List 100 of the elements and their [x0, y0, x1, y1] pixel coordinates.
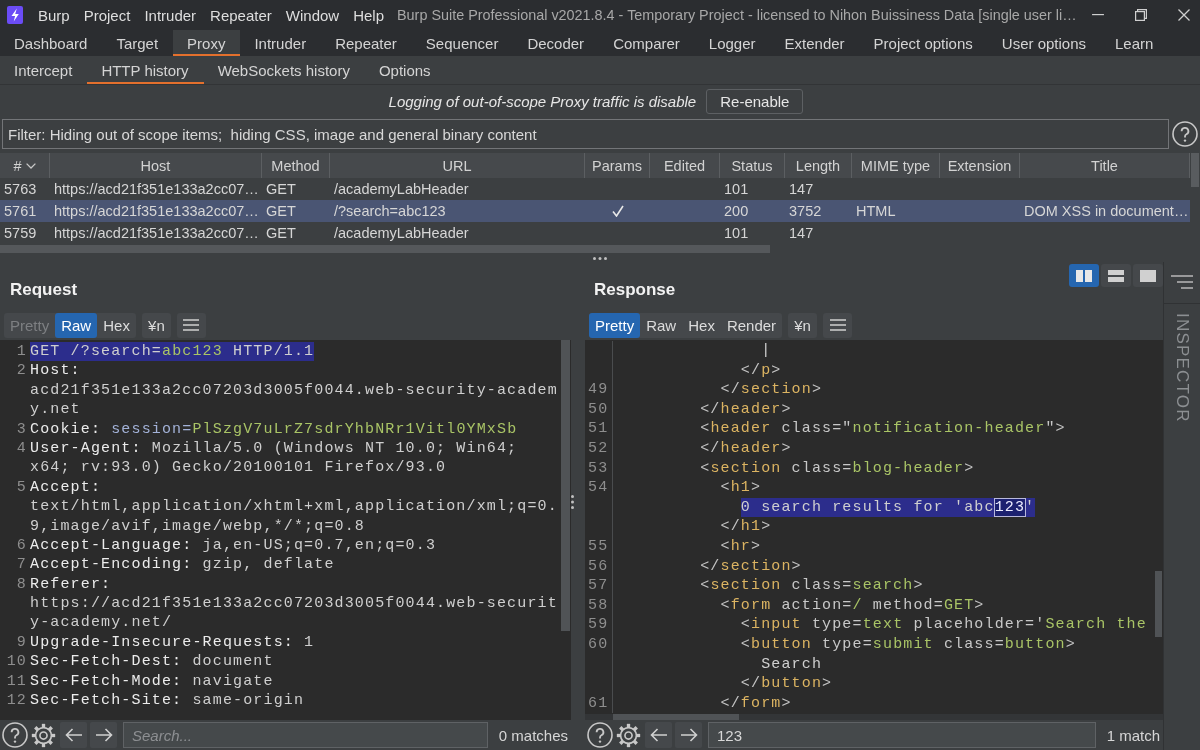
filter-bar[interactable]: Filter: Hiding out of scope items; hiding CSS, image and general binary content	[2, 119, 1169, 149]
main-tab[interactable]: Repeater	[321, 30, 412, 56]
column-header[interactable]: Method	[262, 153, 330, 178]
menu-button[interactable]	[823, 312, 853, 338]
column-header[interactable]: MIME type	[852, 153, 940, 178]
code-line: User-Agent: Mozilla/5.0 (Windows NT 10.0; Win64;	[30, 438, 518, 459]
scrollbar-thumb[interactable]	[561, 340, 570, 631]
newline-button[interactable]: ¥n	[141, 312, 171, 338]
splitter-grip-icon[interactable]	[570, 495, 574, 509]
menu-item[interactable]: Repeater	[203, 0, 279, 30]
line-number: 7	[15, 555, 28, 575]
code-line: </header>	[700, 399, 792, 420]
scrollbar-thumb[interactable]	[1191, 153, 1199, 187]
menu-item[interactable]: Window	[278, 0, 347, 30]
column-header[interactable]: Host	[50, 153, 262, 178]
column-header[interactable]: Length	[785, 153, 852, 178]
table-row[interactable]: 5763 https://acd21f351e133a2cc07… GET /academyLabHeader 101 147	[0, 178, 1190, 200]
scrollbar-thumb[interactable]	[613, 714, 739, 720]
layout-button[interactable]	[1101, 264, 1131, 287]
forward-button[interactable]	[90, 722, 117, 748]
main-tab[interactable]: Comparer	[599, 30, 695, 56]
table-cell: DOM XSS in document…	[1024, 203, 1189, 219]
table-row[interactable]: 5761 https://acd21f351e133a2cc07… GET /?search=abc123 200 3752 HTML DOM XSS in document…	[0, 200, 1190, 222]
line-number: 52	[585, 438, 613, 459]
main-tab[interactable]: Decoder	[513, 30, 600, 56]
view-tab[interactable]: Raw	[55, 312, 98, 338]
main-tab[interactable]: Extender	[770, 30, 860, 56]
sub-tab[interactable]: Options	[364, 56, 446, 84]
help-icon[interactable]	[2, 722, 28, 748]
line-number: 56	[585, 556, 613, 577]
main-tab[interactable]: Dashboard	[0, 30, 103, 56]
line-number: 5	[15, 477, 28, 498]
view-tab[interactable]: Hex	[97, 312, 136, 338]
line-number: 60	[585, 634, 613, 655]
column-header[interactable]: Extension	[940, 153, 1020, 178]
lines-icon[interactable]	[1171, 275, 1193, 289]
line-number: 59	[585, 615, 613, 635]
line-number: 49	[585, 380, 613, 400]
table-row[interactable]: 5759 https://acd21f351e133a2cc07… GET /academyLabHeader 101 147	[0, 222, 1190, 244]
settings-icon[interactable]	[31, 722, 56, 748]
code-line: <form action=/ method=GET>	[720, 595, 985, 616]
main-tab[interactable]: Intruder	[240, 30, 322, 56]
column-header[interactable]: Params	[585, 153, 650, 178]
code-line: <section class=search>	[700, 576, 924, 596]
main-tab[interactable]: Project options	[859, 30, 988, 56]
help-icon[interactable]	[587, 722, 613, 748]
table-cell: /academyLabHeader	[334, 225, 469, 241]
menu-item[interactable]: Intruder	[137, 0, 204, 30]
menu-item[interactable]: Help	[346, 0, 391, 30]
code-line: </button>	[740, 674, 833, 694]
main-tab[interactable]: Proxy	[173, 30, 241, 56]
line-number: 2	[15, 361, 28, 381]
column-header[interactable]: Status	[720, 153, 785, 178]
main-tab[interactable]: Learn	[1101, 30, 1169, 56]
sub-tab[interactable]: WebSockets history	[203, 56, 365, 84]
back-button[interactable]	[60, 722, 87, 748]
sub-tab[interactable]: Intercept	[0, 56, 88, 84]
line-number: 9	[15, 632, 28, 653]
code-line: x64; rv:93.0) Gecko/20100101 Firefox/93.0	[30, 458, 447, 478]
forward-button[interactable]	[675, 722, 702, 748]
menu-item[interactable]: Project	[76, 0, 138, 30]
table-cell: https://acd21f351e133a2cc07…	[54, 203, 259, 219]
table-cell: HTML	[856, 203, 896, 219]
search-field[interactable]: 123	[708, 722, 1096, 748]
main-tab[interactable]: Logger	[694, 30, 771, 56]
re-enable-button[interactable]: Re-enable	[706, 89, 804, 114]
column-header[interactable]: Title	[1020, 153, 1190, 178]
table-cell: GET	[266, 203, 296, 219]
splitter-grip-icon[interactable]	[593, 256, 607, 260]
code-line: text/html,application/xhtml+xml,application/xml;q=0.	[30, 497, 558, 517]
column-header[interactable]: Edited	[650, 153, 720, 178]
layout-button[interactable]	[1069, 264, 1099, 287]
column-header[interactable]: #	[0, 153, 50, 178]
code-line: Cookie: session=PlSzgV7uLrZ7sdrYhbNRr1Vitl0YMxSb	[30, 419, 518, 439]
scrollbar-thumb[interactable]	[0, 245, 770, 253]
code-line: Sec-Fetch-Dest: document	[30, 652, 274, 672]
scrollbar-thumb[interactable]	[1155, 571, 1162, 637]
main-tab[interactable]: Sequencer	[411, 30, 514, 56]
view-tab[interactable]: Pretty	[589, 312, 641, 338]
menu-item[interactable]: Burp	[31, 0, 77, 30]
help-icon[interactable]	[1172, 121, 1198, 147]
line-number: 55	[585, 536, 613, 557]
menu-button[interactable]	[176, 312, 206, 338]
view-tab[interactable]: Render	[720, 312, 783, 338]
newline-button[interactable]: ¥n	[788, 312, 818, 338]
back-button[interactable]	[645, 722, 672, 748]
search-field[interactable]: Search...	[123, 722, 488, 748]
settings-icon[interactable]	[616, 722, 641, 748]
line-number: 12	[5, 691, 28, 711]
code-line: <h1>	[720, 478, 762, 498]
line-number: 8	[15, 574, 28, 595]
main-tab[interactable]: User options	[987, 30, 1102, 56]
main-tab[interactable]: Target	[102, 30, 174, 56]
view-tab[interactable]: Raw	[640, 312, 683, 338]
pane-title: Request	[9, 279, 78, 300]
code-line: Sec-Fetch-Mode: navigate	[30, 671, 274, 692]
view-tab[interactable]: Hex	[682, 312, 721, 338]
sub-tab[interactable]: HTTP history	[87, 56, 204, 84]
column-header[interactable]: URL	[330, 153, 585, 178]
layout-button[interactable]	[1133, 264, 1163, 287]
